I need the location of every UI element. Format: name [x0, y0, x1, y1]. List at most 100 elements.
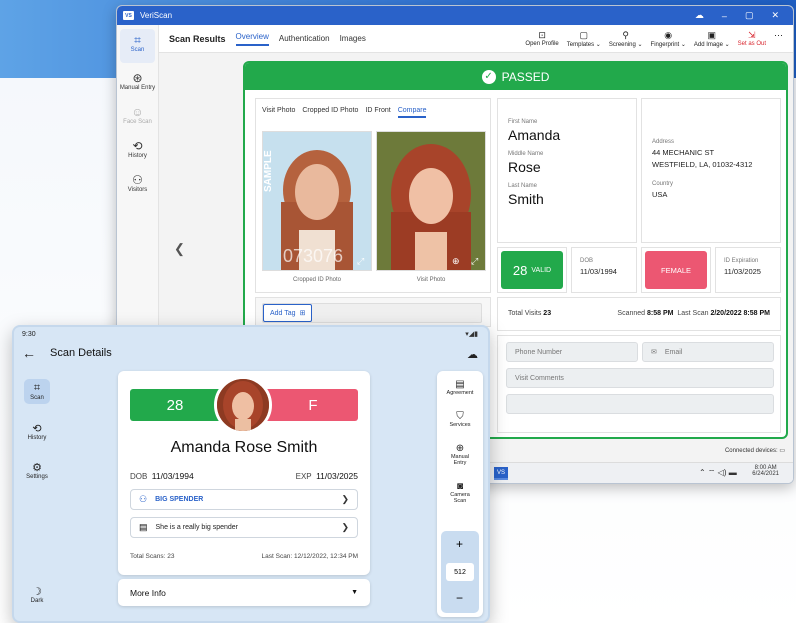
window-controls: ☁ – ▢ ✕ [695, 10, 793, 21]
sidebar-item-label: Visitors [127, 187, 148, 193]
id-digits: 073076 [283, 246, 343, 266]
cloud-upload-icon[interactable]: ☁ [467, 348, 478, 361]
age-value: 28 [512, 262, 528, 278]
services-button[interactable]: ⛉ Services [437, 411, 483, 428]
screening-button[interactable]: ⚲ Screening ⌄ [609, 30, 643, 48]
more-icon: ⋯ [774, 29, 783, 40]
scan-times: Scanned 8:58 PM Last Scan 2/20/2022 8:58… [617, 310, 770, 317]
country-label: Country [652, 181, 674, 187]
device-icon: ▭ [779, 448, 785, 454]
tablet-nav-settings[interactable]: ⚙ Settings [18, 461, 56, 480]
tab-id-front[interactable]: ID Front [365, 107, 390, 118]
note-item[interactable]: ▤ She is a really big spender ❯ [130, 517, 358, 538]
scanned-value: 8:58 PM [647, 310, 674, 317]
maximize-button[interactable]: ▢ [745, 10, 754, 21]
extra-input[interactable] [506, 394, 774, 414]
address-line1: 44 MECHANIC ST [652, 148, 715, 157]
minimize-button[interactable]: – [722, 11, 727, 21]
open-profile-button[interactable]: ⊡ Open Profile [525, 30, 558, 48]
back-arrow-icon[interactable]: ← [22, 345, 36, 361]
sidebar-item-manual-entry[interactable]: ⊛ Manual Entry [117, 67, 158, 101]
comment-icon: ▤ [139, 522, 148, 532]
tab-authentication[interactable]: Authentication [279, 34, 330, 43]
last-scan-value: 2/20/2022 8:58 PM [710, 310, 770, 317]
sidebar-item-face-scan[interactable]: ☺ Face Scan [117, 101, 158, 135]
sex-value: F [308, 396, 318, 414]
tablet-title: Scan Details [50, 347, 112, 359]
tablet-nav-history[interactable]: ⟲ History [18, 422, 56, 441]
gender-panel: FEMALE [641, 247, 711, 293]
email-input[interactable]: ✉ Email [642, 342, 774, 362]
tag-big-spender[interactable]: ⚇ BIG SPENDER ❯ [130, 489, 358, 510]
camera-scan-icon: ◙ [456, 481, 464, 492]
dark-mode-toggle[interactable]: ☽ Dark [18, 585, 56, 604]
zoom-icon[interactable]: ⊕ [452, 256, 460, 267]
templates-button[interactable]: ▢ Templates ⌄ [567, 30, 601, 48]
tab-images[interactable]: Images [340, 34, 366, 43]
connected-devices-label: Connected devices: [724, 448, 778, 454]
status-time: 9:30 [22, 331, 36, 338]
tablet-nav-scan[interactable]: ⌗ Scan [18, 379, 56, 404]
close-button[interactable]: ✕ [771, 10, 779, 21]
tray-clock[interactable]: 8:00 AM 6/24/2021 [752, 465, 779, 477]
cloud-icon[interactable]: ☁ [695, 10, 704, 21]
action-label: Camera Scan [450, 492, 470, 504]
avatar-image [217, 379, 269, 431]
tab-visit-photo[interactable]: Visit Photo [262, 107, 295, 118]
tab-cropped-id-photo[interactable]: Cropped ID Photo [302, 107, 358, 118]
last-name-label: Last Name [508, 183, 538, 189]
country: USA [652, 190, 668, 199]
history-icon: ⟲ [32, 423, 42, 435]
comments-input[interactable]: Visit Comments [506, 368, 774, 388]
system-tray-icons[interactable]: ⌃ ⌔ ◁) ▬ [699, 468, 737, 478]
email-placeholder: Email [664, 348, 683, 356]
tab-overview[interactable]: Overview [235, 32, 269, 46]
check-icon: ✓ [481, 69, 496, 84]
more-info-dropdown[interactable]: More Info ▼ [118, 579, 370, 606]
nav-label: History [27, 435, 47, 441]
age-value: 28 [166, 396, 184, 414]
sidebar-item-visitors[interactable]: ⚇ Visitors [117, 169, 158, 203]
sidebar-item-label: Face Scan [123, 119, 152, 125]
action-label: Services [449, 422, 471, 428]
total-visits: Total Visits 23 [508, 310, 551, 317]
last-name: Smith [508, 191, 544, 207]
add-tag-button[interactable]: Add Tag ⊞ [263, 304, 313, 322]
action-label: Manual Entry [450, 454, 470, 466]
full-name: Amanda Rose Smith [170, 439, 318, 456]
tag-panel: Add Tag ⊞ [255, 297, 491, 327]
expand-icon[interactable]: ⤢ [357, 256, 364, 267]
address-line2: WESTFIELD, LA, 01032-4312 [652, 160, 753, 169]
dob-value: 11/03/1994 [151, 471, 194, 481]
fingerprint-button[interactable]: ◉ Fingerprint ⌄ [651, 30, 686, 48]
camera-scan-button[interactable]: ◙ Camera Scan [437, 481, 483, 504]
sidebar-item-history[interactable]: ⟲ History [117, 135, 158, 169]
signal-battery-icon: ▾◢▮ [465, 331, 478, 338]
expiration-value: 11/03/2025 [724, 267, 761, 276]
nav-label: Settings [26, 474, 48, 480]
more-button[interactable]: ⋯ [774, 30, 783, 48]
chevron-right-icon: ❯ [341, 522, 349, 532]
address-panel: Address 44 MECHANIC ST WESTFIELD, LA, 01… [641, 98, 781, 243]
previous-arrow-icon[interactable]: ❮ [174, 241, 185, 257]
taskbar-app-button[interactable]: VS [494, 467, 508, 480]
zoom-in-button[interactable]: + [456, 537, 463, 551]
add-image-icon: ▣ [707, 29, 717, 40]
tab-compare[interactable]: Compare [397, 107, 427, 118]
age-panel: 28 VALID [497, 247, 567, 293]
name-fields: First Name Amanda Middle Name Rose Last … [508, 119, 560, 207]
settings-icon: ⚙ [32, 462, 42, 474]
sidebar-item-scan[interactable]: ⌗ Scan [120, 29, 155, 63]
manual-entry-button[interactable]: ⊕ Manual Entry [437, 443, 483, 466]
mail-icon: ✉ [651, 349, 657, 356]
total-scans: Total Scans: 23 [130, 553, 175, 560]
image-tabs: Visit Photo Cropped ID Photo ID Front Co… [256, 99, 490, 118]
zoom-out-button[interactable]: − [456, 591, 463, 605]
agreement-button[interactable]: ▤ Agreement [437, 379, 483, 396]
set-as-out-button[interactable]: ⇲ Set as Out [738, 30, 766, 48]
add-image-button[interactable]: ▣ Add Image ⌄ [694, 30, 730, 48]
app-title: VeriScan [140, 11, 173, 20]
expand-icon[interactable]: ⤢ [471, 256, 478, 267]
phone-input[interactable]: Phone Number [506, 342, 638, 362]
scan-icon: ⌗ [33, 382, 41, 394]
